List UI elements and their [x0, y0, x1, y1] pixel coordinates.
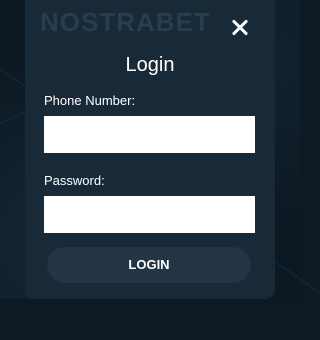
brand-logo: NOSTRABET — [40, 7, 211, 37]
close-icon[interactable] — [228, 16, 252, 40]
modal-title: Login — [125, 54, 175, 76]
phone-number-input[interactable] — [44, 116, 255, 153]
password-input[interactable] — [44, 196, 255, 233]
login-button[interactable]: LOGIN — [47, 247, 251, 283]
phone-number-label: Phone Number: — [44, 93, 136, 108]
password-label: Password: — [44, 173, 105, 188]
